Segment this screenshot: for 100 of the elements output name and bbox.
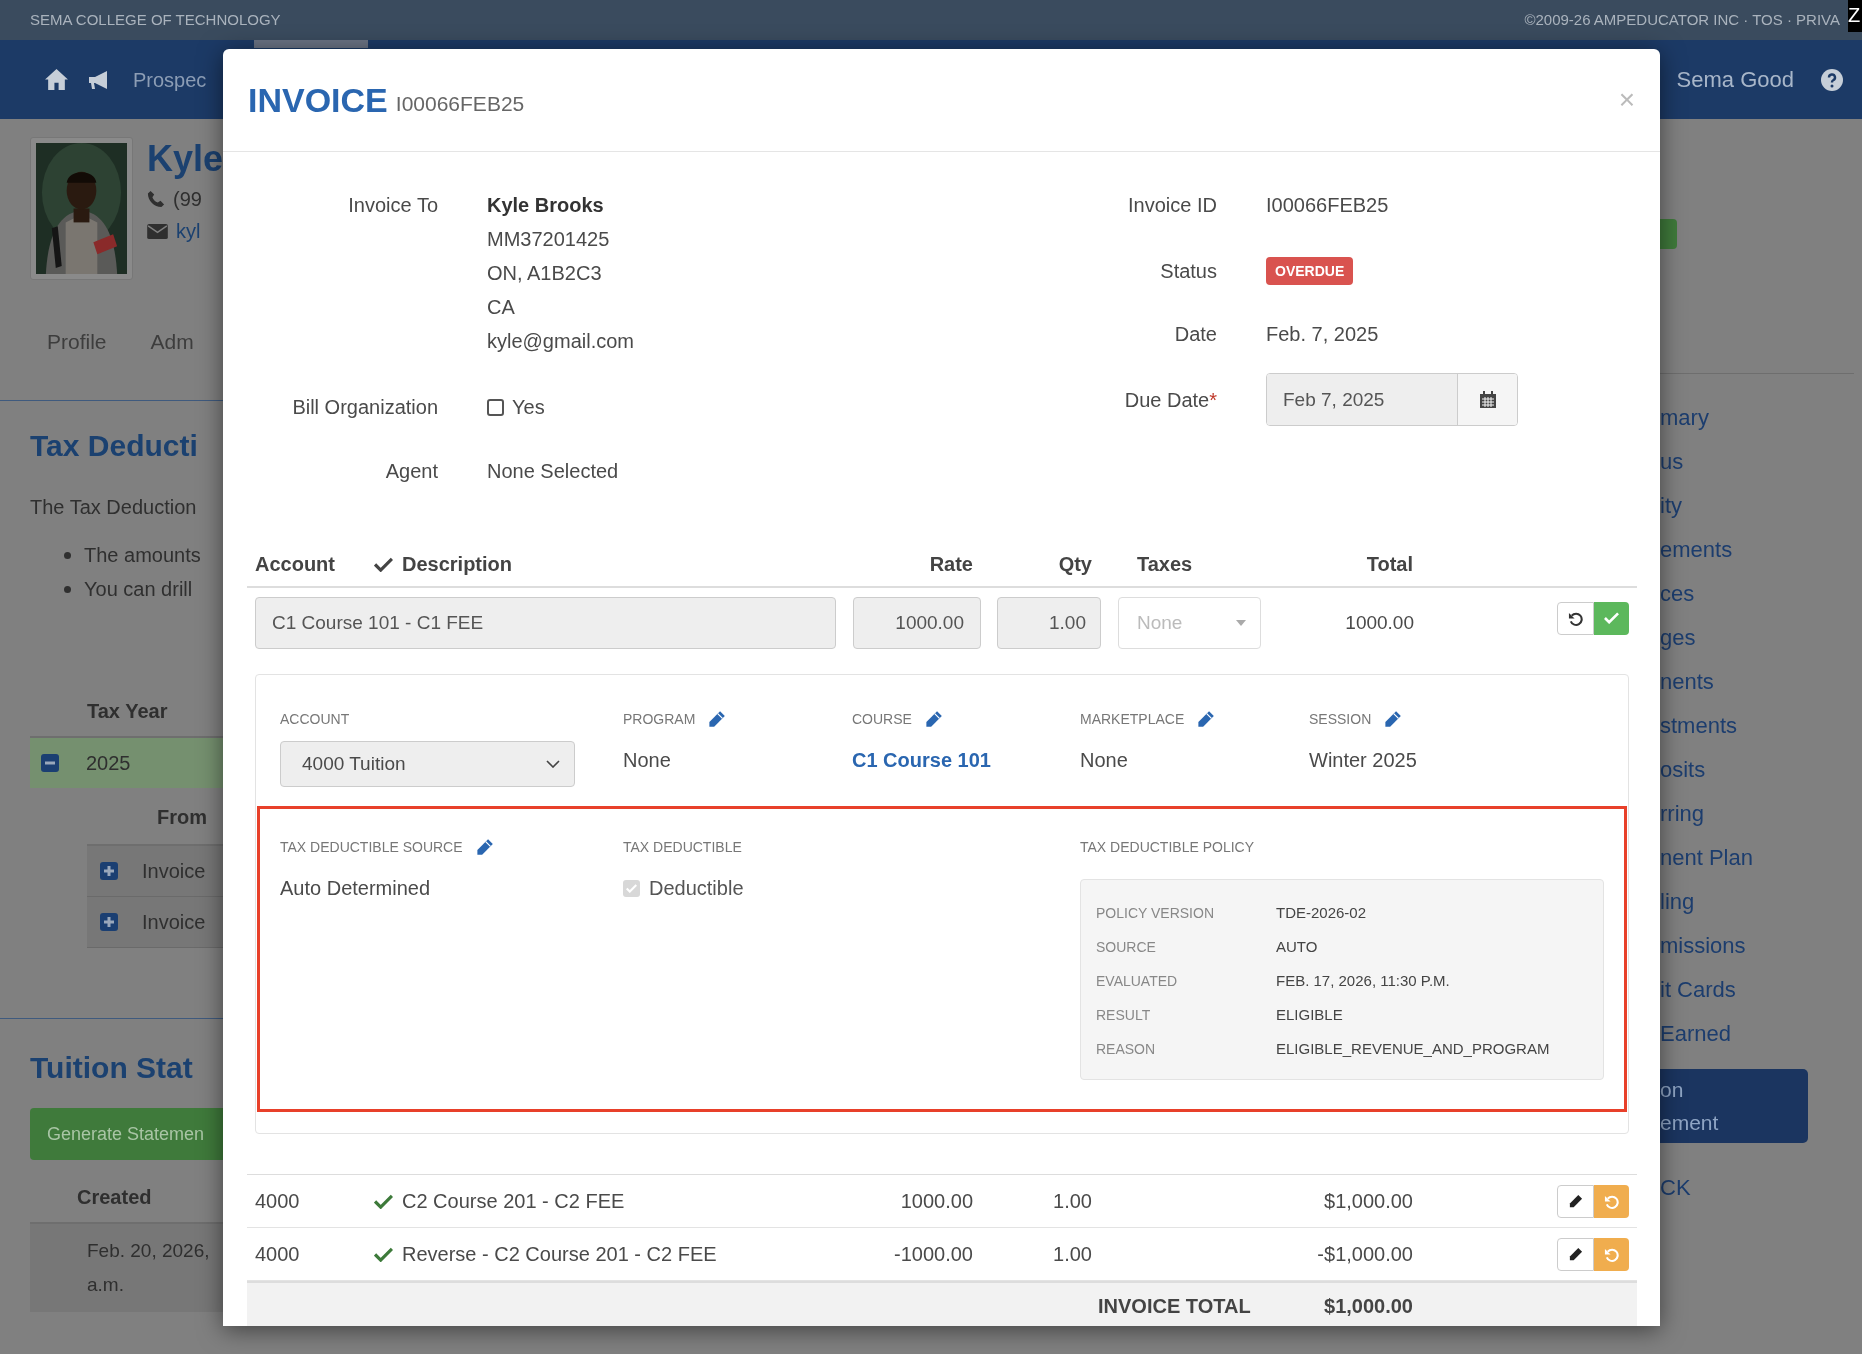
close-button[interactable]: × [1618,86,1635,114]
collapse-icon[interactable] [41,754,59,772]
field-label: COURSE [852,709,912,729]
menu-item[interactable]: stments [1660,711,1862,755]
pencil-icon[interactable] [474,837,494,857]
undo-icon [1604,1193,1619,1209]
table-cell-text: Reverse - C2 Course 201 - C2 FEE [402,1242,718,1267]
field-label: TAX DEDUCTIBLE POLICY [1080,838,1255,857]
total-label: INVOICE TOTAL [1098,1294,1252,1319]
field-value: None [1080,748,1129,773]
menu-item[interactable]: Earned [1660,1019,1862,1063]
column-header: Tax Year [87,699,169,724]
envelope-icon [147,223,168,239]
table-cell-text: 4000 [254,1242,301,1267]
policy-label: SOURCE [1096,937,1157,957]
menu-item[interactable]: missions [1660,931,1862,975]
field-label: ACCOUNT [280,709,350,729]
pencil-icon[interactable] [923,709,943,729]
table-cell-text: $1,000.00 [1323,1189,1413,1214]
zoom-badge: Z [1848,0,1862,32]
menu-item[interactable]: nents [1660,667,1862,711]
policy-value: AUTO [1276,936,1318,957]
generate-statement-button[interactable]: Generate Statemen [30,1108,223,1160]
pencil-icon[interactable] [707,709,727,729]
undo-icon [1604,1246,1619,1262]
menu-item[interactable]: osits [1660,755,1862,799]
policy-value: ELIGIBLE_REVENUE_AND_PROGRAM [1276,1038,1550,1059]
column-header: Created [77,1185,153,1210]
table-cell-text: 1.00 [1052,1242,1092,1267]
year-row[interactable]: 2025 [30,738,223,788]
checkbox-label: Yes [512,395,545,420]
taxes-select[interactable]: None [1118,597,1261,649]
chevron-icon [546,760,560,768]
policy-label: REASON [1096,1039,1157,1059]
field-value: I00066FEB25 [1266,193,1389,218]
checkbox-label: Deductible [649,876,744,901]
field-label: TAX DEDUCTIBLE SOURCE [280,837,463,857]
menu-item[interactable]: mary [1660,403,1862,447]
pencil-icon [1568,1246,1583,1262]
expand-icon[interactable] [100,913,118,931]
menu-item[interactable]: on ement [1660,1069,1808,1143]
description-field[interactable]: C1 Course 101 - C1 FEE [255,597,836,649]
menu-item[interactable]: ity [1660,491,1862,535]
caret-icon [1236,620,1246,626]
field-value: Auto Determined [280,876,432,901]
column-header: Qty [1057,552,1092,577]
field-label: Due Date* [1123,387,1217,413]
menu-link[interactable]: CK [1660,1173,1862,1203]
menu-item[interactable]: ges [1660,623,1862,667]
column-header: Total [1365,552,1413,577]
bullet-text: The amounts [84,543,201,568]
menu-item[interactable]: ces [1660,579,1862,623]
qty-field[interactable]: 1.00 [997,597,1101,649]
field-label: Invoice ID [1127,193,1217,218]
menu-item[interactable]: rring [1660,799,1862,843]
student-name: Kyle [147,139,223,179]
policy-value: ELIGIBLE [1276,1004,1343,1025]
address-line: ON, A1B2C3 [487,261,603,286]
bullet-text: You can drill [84,577,193,602]
account-select[interactable]: 4000 Tuition [280,741,575,787]
user-name[interactable]: Sema Good [1676,63,1794,96]
column-header: Taxes [1136,552,1194,577]
section-title: Tax Deducti [30,428,199,464]
undo-button[interactable] [1557,601,1594,635]
recipient-name: Kyle Brooks [487,193,605,218]
edit-button[interactable] [1557,1184,1594,1218]
help-icon[interactable] [1820,67,1844,92]
nav-link[interactable]: Prospec [133,64,207,95]
home-icon[interactable] [44,68,69,91]
table-cell-text: 1000.00 [899,1189,973,1214]
section-title: Tuition Stat [30,1050,194,1086]
table-cell-text: -1000.00 [893,1242,973,1267]
field-value: None Selected [487,459,619,484]
invoice-total: $1,000.00 [1323,1294,1413,1319]
profile-tab[interactable]: Profile [47,326,107,358]
field-label: Bill Organization [291,395,438,420]
menu-item[interactable]: ements [1660,535,1862,579]
policy-label: EVALUATED [1096,971,1179,991]
rate-field[interactable]: 1000.00 [853,597,981,649]
policy-label: RESULT [1096,1005,1152,1025]
profile-tab[interactable]: Adm [150,326,194,358]
checkbox[interactable] [487,398,504,416]
line-total: 1000.00 [1344,610,1414,635]
menu-item[interactable]: us [1660,447,1862,491]
footer-links[interactable]: ©2009-26 AMPEDUCATOR INC · TOS · PRIVA [1524,8,1840,32]
field-value: Feb. 7, 2025 [1266,322,1379,347]
field-label: Invoice To [347,193,438,218]
pencil-icon[interactable] [1196,709,1216,729]
pencil-icon[interactable] [1383,709,1403,729]
field-value: Winter 2025 [1309,748,1418,773]
menu-item[interactable]: nent Plan [1660,843,1862,887]
undo-icon [1568,610,1583,626]
menu-item[interactable]: ling [1660,887,1862,931]
expand-icon[interactable] [100,862,118,880]
edit-button[interactable] [1557,1237,1594,1271]
course-link[interactable]: C1 Course 101 [852,745,1080,775]
column-header: Description [402,552,514,577]
menu-item[interactable]: it Cards [1660,975,1862,1019]
check-icon [374,556,393,572]
email-link[interactable]: kyl [176,216,201,246]
